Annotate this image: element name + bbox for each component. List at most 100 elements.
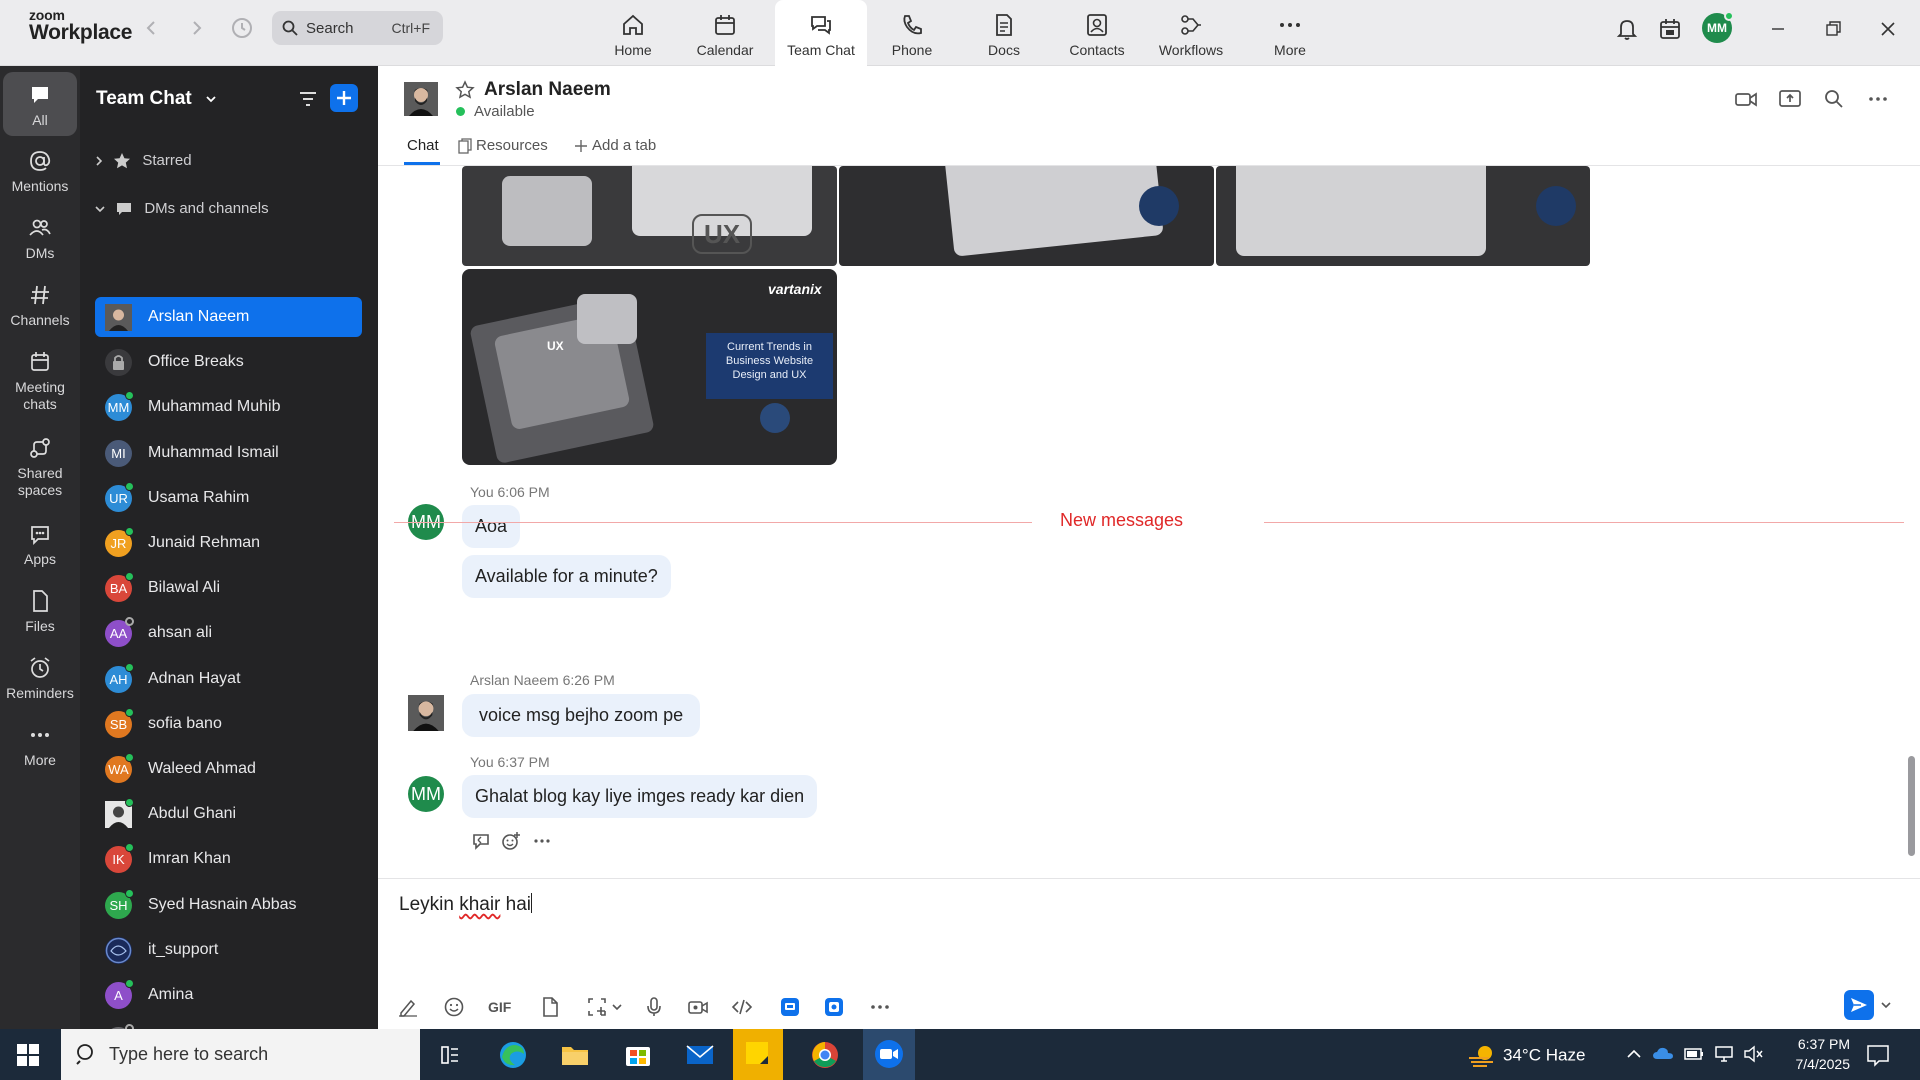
show-hidden-icons-icon[interactable] (1625, 1045, 1643, 1063)
minimize-icon[interactable] (1764, 15, 1792, 43)
attach-file-icon[interactable] (538, 995, 562, 1019)
contact-avatar[interactable] (404, 82, 438, 116)
sidebar-item-azam-khan[interactable]: AKAzam khanDELETED (95, 1020, 362, 1029)
nav-workflows[interactable]: Workflows (1145, 0, 1237, 66)
sidebar-item-imran-khan[interactable]: IK Imran Khan (95, 839, 362, 879)
send-options-chevron-icon[interactable] (1880, 997, 1892, 1013)
back-arrow-icon[interactable] (142, 18, 162, 38)
message-scrollbar[interactable] (1908, 756, 1915, 856)
sidebar-item-office-breaks[interactable]: Office Breaks (95, 342, 362, 382)
share-screen-icon[interactable] (1777, 86, 1803, 112)
message-composer[interactable]: Leykin khair hai GIF (378, 878, 1920, 1029)
add-reaction-icon[interactable] (500, 830, 522, 852)
team-chat-title[interactable]: Team Chat (96, 88, 217, 110)
favorite-star-icon[interactable] (455, 80, 475, 100)
rail-more[interactable]: More (3, 722, 77, 769)
network-icon[interactable] (1713, 1044, 1735, 1064)
file-explorer-icon[interactable] (555, 1035, 595, 1075)
gif-button[interactable]: GIF (488, 999, 518, 1023)
format-text-icon[interactable] (396, 995, 420, 1019)
sidebar-item-junaid-rehman[interactable]: JR Junaid Rehman (95, 523, 362, 563)
onedrive-icon[interactable] (1652, 1044, 1674, 1064)
chrome-browser-icon[interactable] (805, 1035, 845, 1075)
microsoft-store-icon[interactable] (618, 1035, 658, 1075)
message-bubble[interactable]: Ghalat blog kay liye imges ready kar die… (462, 775, 818, 818)
sidebar-item-abdul-ghani[interactable]: Abdul Ghani (95, 794, 362, 834)
task-view-icon[interactable] (430, 1035, 470, 1075)
sticky-notes-icon[interactable] (733, 1029, 783, 1080)
search-icon[interactable] (1821, 86, 1847, 112)
sidebar-item-arslan-naeem[interactable]: Arslan Naeem (95, 297, 362, 337)
sidebar-item-bilawal-ali[interactable]: BA Bilawal Ali (95, 568, 362, 608)
close-icon[interactable] (1874, 15, 1902, 43)
taskbar-clock[interactable]: 6:37 PM 7/4/2025 (1772, 1034, 1851, 1074)
taskbar-search[interactable]: Type here to search (61, 1029, 420, 1080)
notifications-bell-icon[interactable] (1613, 15, 1641, 43)
contact-name[interactable]: Arslan Naeem (484, 79, 611, 101)
zoom-workplace-logo[interactable]: zoom Workplace (29, 8, 132, 43)
notification-center-icon[interactable] (1865, 1042, 1891, 1068)
mail-icon[interactable] (680, 1035, 720, 1075)
rail-files[interactable]: Files (3, 588, 77, 635)
message-more-icon[interactable] (531, 830, 553, 852)
composer-more-icon[interactable] (868, 995, 892, 1019)
tab-resources[interactable]: Resources (458, 137, 548, 154)
rail-all[interactable]: All (3, 72, 77, 136)
volume-muted-icon[interactable] (1742, 1044, 1764, 1064)
screenshot-options-chevron-icon[interactable] (611, 995, 625, 1019)
nav-team-chat[interactable]: Team Chat (775, 0, 867, 66)
sidebar-item-waleed-ahmad[interactable]: WA Waleed Ahmad (95, 749, 362, 789)
sidebar-item-muhammad-muhib[interactable]: MM Muhammad Muhib (95, 387, 362, 427)
sender-avatar[interactable] (408, 695, 444, 731)
app-integration-icon[interactable] (778, 995, 802, 1019)
message-bubble[interactable]: Available for a minute? (462, 555, 671, 598)
starred-section[interactable]: Starred (94, 151, 192, 171)
filter-icon[interactable] (297, 88, 319, 110)
add-tab-button[interactable]: Add a tab (574, 137, 656, 154)
dms-channels-section[interactable]: DMs and channels (94, 199, 269, 219)
rail-shared-spaces[interactable]: Shared spaces (3, 435, 77, 499)
rail-mentions[interactable]: Mentions (3, 148, 77, 195)
more-options-icon[interactable] (1865, 86, 1891, 112)
nav-phone[interactable]: Phone (866, 0, 958, 66)
sidebar-item-syed-hasnain-abbas[interactable]: SH Syed Hasnain Abbas (95, 885, 362, 925)
message-bubble[interactable]: voice msg bejho zoom pe (462, 694, 701, 737)
sidebar-item-adnan-hayat[interactable]: AH Adnan Hayat (95, 659, 362, 699)
shared-image-3[interactable] (1216, 166, 1590, 266)
sidebar-item-sofia-bano[interactable]: SB sofia bano (95, 704, 362, 744)
battery-icon[interactable] (1683, 1044, 1705, 1064)
forward-arrow-icon[interactable] (186, 18, 206, 38)
nav-contacts[interactable]: Contacts (1051, 0, 1143, 66)
nav-home[interactable]: Home (587, 0, 679, 66)
sidebar-item-ahsan-ali[interactable]: AA ahsan ali (95, 613, 362, 653)
windows-start-icon[interactable] (16, 1043, 40, 1067)
sidebar-item-muhammad-ismail[interactable]: MI Muhammad Ismail (95, 433, 362, 473)
new-chat-button[interactable] (330, 84, 358, 112)
rail-channels[interactable]: Channels (3, 282, 77, 329)
sidebar-item-amina[interactable]: A Amina (95, 975, 362, 1015)
schedule-calendar-icon[interactable] (1656, 15, 1684, 43)
nav-more[interactable]: More (1244, 0, 1336, 66)
zoom-docs-icon[interactable] (822, 995, 846, 1019)
video-call-icon[interactable] (1733, 86, 1759, 112)
weather-widget[interactable]: 34°C Haze (1467, 1044, 1585, 1068)
rail-dms[interactable]: DMs (3, 215, 77, 262)
screenshot-icon[interactable] (585, 995, 609, 1019)
nav-docs[interactable]: Docs (958, 0, 1050, 66)
edge-browser-icon[interactable] (493, 1035, 533, 1075)
sidebar-item-usama-rahim[interactable]: UR Usama Rahim (95, 478, 362, 518)
nav-calendar[interactable]: Calendar (679, 0, 771, 66)
restore-icon[interactable] (1819, 15, 1847, 43)
video-message-icon[interactable] (686, 995, 710, 1019)
shared-image-4[interactable]: UX vartanix Current Trends in Business W… (462, 269, 837, 465)
send-button[interactable] (1844, 990, 1874, 1020)
rail-meeting-chats[interactable]: Meeting chats (3, 349, 77, 413)
microphone-icon[interactable] (642, 995, 666, 1019)
tab-chat[interactable]: Chat (407, 137, 439, 154)
shared-image-2[interactable] (839, 166, 1214, 266)
code-snippet-icon[interactable] (730, 995, 754, 1019)
emoji-icon[interactable] (442, 995, 466, 1019)
shared-image-1[interactable]: UX (462, 166, 837, 266)
zoom-app-icon[interactable] (863, 1029, 915, 1080)
search-input[interactable]: Search Ctrl+F (272, 11, 443, 45)
